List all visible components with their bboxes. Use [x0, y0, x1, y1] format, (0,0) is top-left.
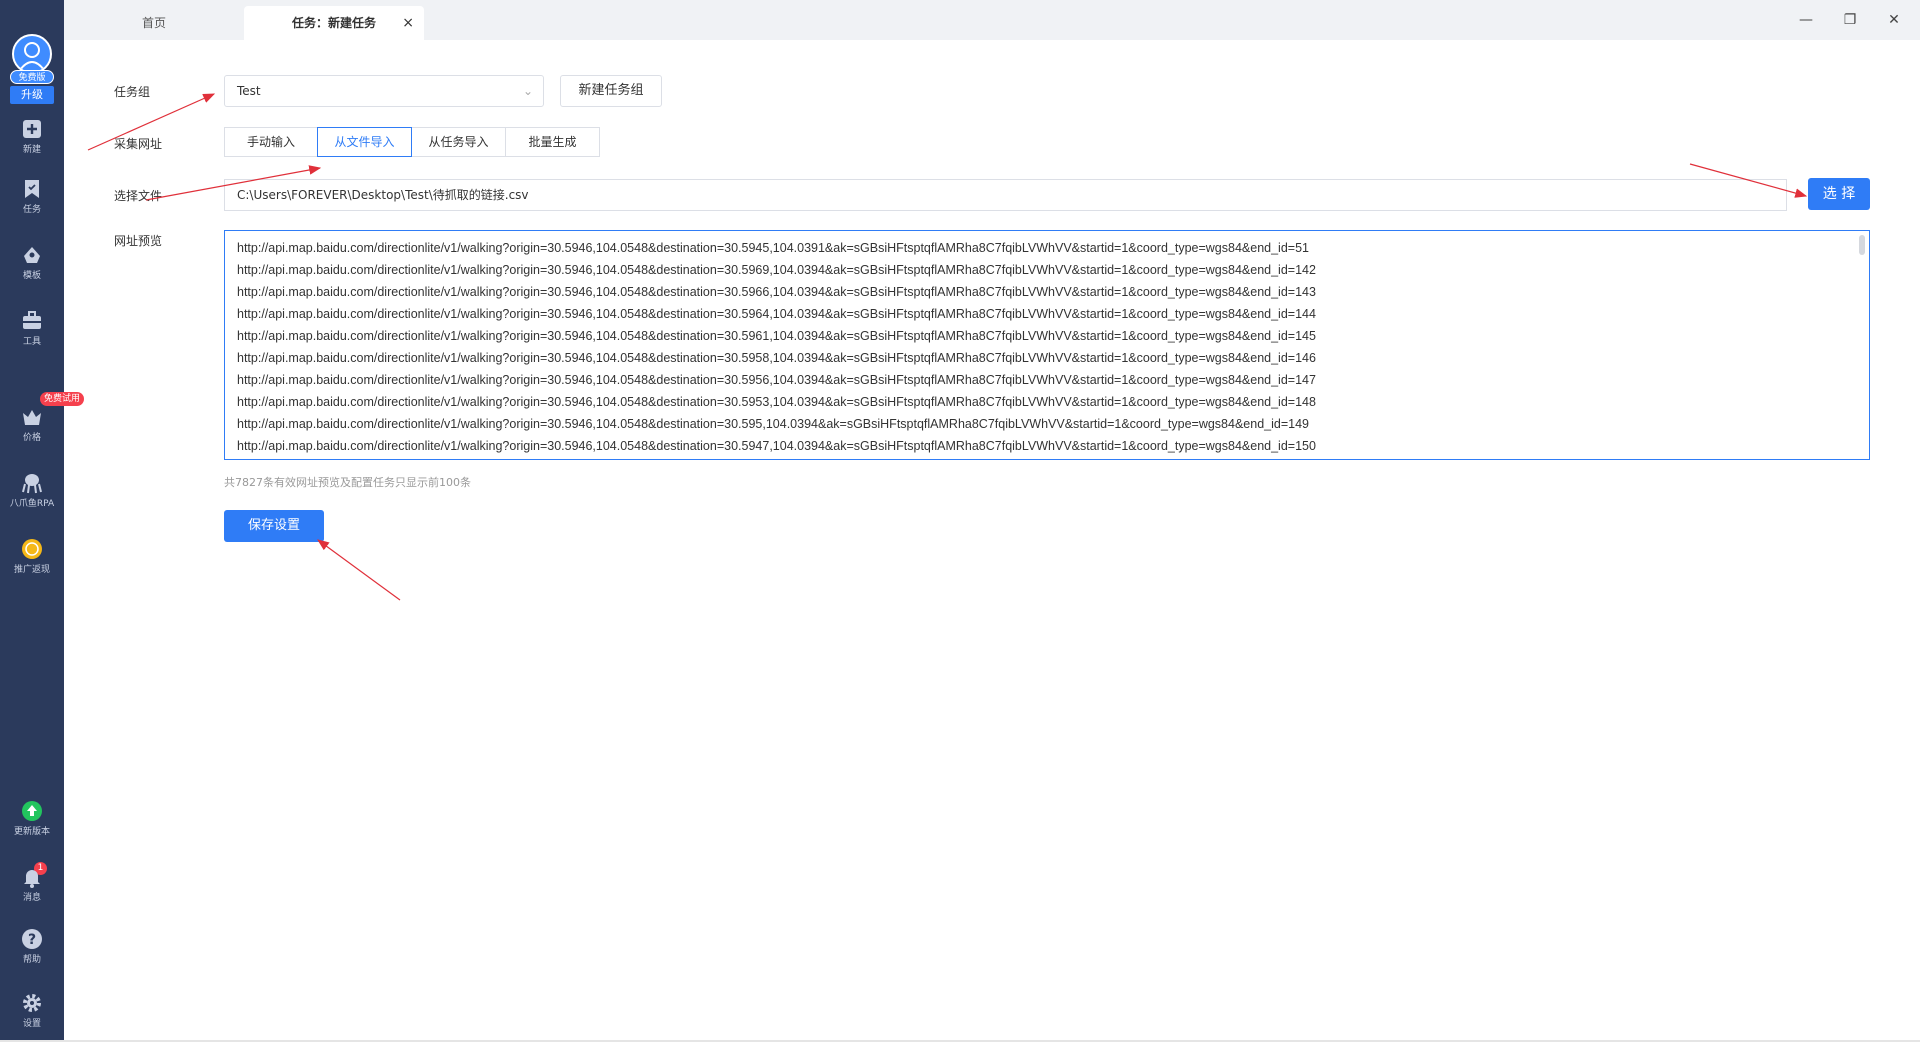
preview-line: http://api.map.baidu.com/directionlite/v…: [237, 307, 1316, 321]
free-trial-badge: 免费试用: [40, 392, 85, 406]
user-avatar[interactable]: 免费版: [10, 34, 54, 84]
preview-line: http://api.map.baidu.com/directionlite/v…: [237, 263, 1316, 277]
tab-import-from-file[interactable]: 从文件导入: [317, 127, 412, 157]
sidebar-item-label: 帮助: [22, 955, 41, 965]
sidebar-item-label: 设置: [22, 1019, 41, 1029]
octopus-icon: [22, 474, 42, 494]
avatar-icon: [12, 34, 52, 74]
url-preview-label: 网址预览: [114, 234, 163, 248]
app-window: 免费版 升级 新建 任务 模板 工具 免费试用 价格 八爪鱼RPA 推广返现 更…: [0, 0, 1920, 1042]
sidebar-item-tasks[interactable]: 任务: [0, 178, 64, 230]
preview-line: http://api.map.baidu.com/directionlite/v…: [237, 395, 1316, 409]
preview-line: http://api.map.baidu.com/directionlite/v…: [237, 439, 1316, 453]
crown-icon: [23, 410, 41, 425]
select-file-button[interactable]: 选 择: [1808, 178, 1870, 210]
toolbox-icon: [23, 311, 41, 329]
minimize-button[interactable]: —: [1796, 10, 1816, 30]
sidebar-item-settings[interactable]: 设置: [0, 992, 64, 1042]
tab-bar: 首页 任务：新建任务 × — ❐ ✕: [64, 0, 1920, 40]
sidebar-item-label: 推广返现: [13, 565, 50, 575]
sidebar-item-templates[interactable]: 模板: [0, 244, 64, 296]
bell-icon: [24, 870, 40, 888]
preview-line: http://api.map.baidu.com/directionlite/v…: [237, 351, 1316, 365]
free-edition-badge: 免费版: [10, 70, 54, 84]
preview-scrollbar[interactable]: [1859, 235, 1865, 255]
preview-line: http://api.map.baidu.com/directionlite/v…: [237, 241, 1309, 255]
sidebar-item-label: 八爪鱼RPA: [9, 499, 55, 509]
task-group-label: 任务组: [114, 85, 151, 99]
tab-home[interactable]: 首页: [64, 6, 244, 40]
annotation-arrow: [317, 539, 401, 601]
sidebar-item-label: 价格: [22, 433, 41, 443]
tab-manual-input[interactable]: 手动输入: [224, 127, 318, 157]
gear-icon: [23, 994, 41, 1012]
close-window-button[interactable]: ✕: [1884, 10, 1904, 30]
sidebar-item-referral[interactable]: 推广返现: [0, 538, 64, 590]
sidebar-item-label: 消息: [22, 893, 41, 903]
save-settings-button[interactable]: 保存设置: [224, 510, 324, 542]
preview-hint: 共7827条有效网址预览及配置任务只显示前100条: [224, 476, 471, 489]
sidebar-item-label: 任务: [22, 205, 41, 215]
upgrade-icon: [22, 801, 42, 821]
sidebar-item-label: 工具: [22, 337, 41, 347]
sidebar-item-label: 模板: [22, 271, 41, 281]
restore-button[interactable]: ❐: [1840, 10, 1860, 30]
sidebar: 免费版 升级 新建 任务 模板 工具 免费试用 价格 八爪鱼RPA 推广返现 更…: [0, 0, 85, 1042]
sidebar-item-messages[interactable]: 消息: [0, 866, 64, 918]
preview-line: http://api.map.baidu.com/directionlite/v…: [237, 417, 1309, 431]
sidebar-item-update[interactable]: 更新版本: [0, 800, 64, 852]
tab-batch-generate[interactable]: 批量生成: [505, 127, 600, 157]
sidebar-item-help[interactable]: ? 帮助: [0, 928, 64, 980]
url-preview-textarea[interactable]: http://api.map.baidu.com/directionlite/v…: [224, 230, 1870, 460]
sidebar-item-label: 更新版本: [13, 827, 50, 837]
new-task-group-button[interactable]: 新建任务组: [560, 75, 662, 107]
plus-square-icon: [23, 120, 41, 138]
tab-new-task[interactable]: 任务：新建任务 ×: [244, 6, 424, 40]
bookmark-icon: [25, 180, 39, 198]
preview-line: http://api.map.baidu.com/directionlite/v…: [237, 373, 1316, 387]
preview-line: http://api.map.baidu.com/directionlite/v…: [237, 329, 1316, 343]
chevron-down-icon: ⌄: [522, 84, 533, 98]
upgrade-button[interactable]: 升级: [10, 86, 54, 104]
coin-icon: [22, 539, 42, 559]
file-path-field[interactable]: C:\Users\FOREVER\Desktop\Test\待抓取的链接.csv: [224, 179, 1787, 211]
tab-import-from-task[interactable]: 从任务导入: [411, 127, 506, 157]
preview-line: http://api.map.baidu.com/directionlite/v…: [237, 285, 1316, 299]
sidebar-item-label: 新建: [22, 145, 41, 155]
sidebar-item-tools[interactable]: 工具: [0, 310, 64, 362]
select-file-label: 选择文件: [114, 189, 163, 203]
sidebar-item-rpa[interactable]: 八爪鱼RPA: [0, 472, 64, 524]
template-icon: [24, 247, 40, 263]
close-tab-icon[interactable]: ×: [402, 6, 414, 40]
tab-label: 任务：新建任务: [291, 16, 376, 30]
sidebar-item-pricing[interactable]: 价格: [0, 406, 64, 458]
task-group-select[interactable]: Test ⌄: [224, 75, 544, 107]
help-icon: ?: [22, 929, 42, 949]
svg-text:?: ?: [28, 932, 36, 948]
url-source-label: 采集网址: [114, 137, 163, 151]
task-group-value: Test: [237, 84, 261, 98]
sidebar-item-new[interactable]: 新建: [0, 118, 64, 170]
